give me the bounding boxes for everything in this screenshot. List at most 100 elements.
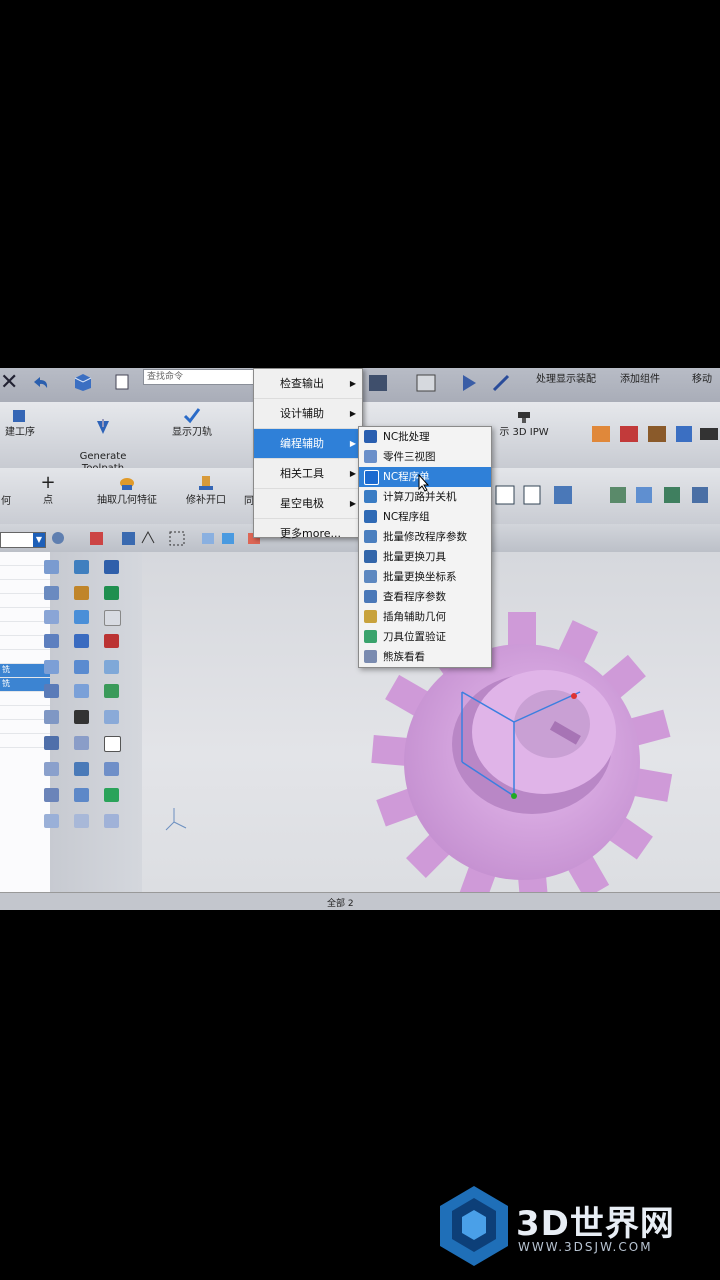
menu-item-programming-aid[interactable]: 编程辅助 ▶: [254, 429, 362, 459]
bear-icon: [364, 650, 377, 663]
palette-icon[interactable]: [74, 634, 89, 648]
frame-icon[interactable]: [414, 372, 438, 394]
three-view-icon: [364, 450, 377, 463]
palette-icon[interactable]: [44, 736, 59, 750]
palette-icon[interactable]: [104, 684, 119, 698]
layout-icon[interactable]: [366, 372, 390, 394]
close-icon[interactable]: ✕: [0, 370, 18, 395]
move-label[interactable]: 移动: [692, 370, 712, 385]
submenu-item-nc-batch[interactable]: NC批处理: [359, 427, 491, 447]
palette-icon[interactable]: [44, 710, 59, 724]
palette-icon[interactable]: [74, 710, 89, 724]
palette-icon[interactable]: [74, 586, 89, 600]
submenu-item-corner-geometry[interactable]: 插角辅助几何: [359, 607, 491, 627]
chevron-right-icon: ▶: [349, 469, 356, 478]
navigator-selected-row[interactable]: 铣: [0, 678, 50, 692]
navigator-selected-row[interactable]: 铣: [0, 664, 50, 678]
plugin-menu[interactable]: 检查输出 ▶ 设计辅助 ▶ 编程辅助 ▶ 相关工具 ▶ 星空电极 ▶ 更多more...: [253, 368, 363, 540]
palette-icon[interactable]: [44, 684, 59, 698]
geometry-button[interactable]: 何: [0, 496, 12, 508]
palette-icon[interactable]: [74, 762, 89, 776]
tool-palette: [44, 552, 142, 892]
submenu-item-view-params[interactable]: 查看程序参数: [359, 587, 491, 607]
palette-icon[interactable]: [44, 814, 59, 828]
menu-item-xingkong-electrode[interactable]: 星空电极 ▶: [254, 489, 362, 519]
cad-screen: ✕ 查找命令 处理显示装配 添加组件 移动 建工序 Generate Toolp…: [0, 368, 720, 910]
submenu-item-batch-csys[interactable]: 批量更换坐标系: [359, 567, 491, 587]
menu-item-design-aid[interactable]: 设计辅助 ▶: [254, 399, 362, 429]
submenu-item-tool-verify[interactable]: 刀具位置验证: [359, 627, 491, 647]
palette-icon[interactable]: [104, 634, 119, 648]
undo-icon[interactable]: [30, 374, 50, 390]
show-3d-ipw-button[interactable]: 示 3D IPW: [488, 406, 560, 439]
palette-icon[interactable]: [74, 788, 89, 802]
chevron-down-icon: ▼: [33, 533, 45, 547]
patch-opening-icon: [199, 476, 213, 490]
palette-icon[interactable]: [44, 586, 59, 600]
submenu-item-nc-group[interactable]: NC程序组: [359, 507, 491, 527]
view-params-icon: [364, 590, 377, 603]
status-bar: 全部 2: [0, 892, 720, 910]
nc-batch-icon: [364, 430, 377, 443]
palette-icon[interactable]: [104, 610, 121, 626]
palette-icon[interactable]: [44, 560, 59, 574]
right-toolbar-icons[interactable]: [494, 482, 720, 512]
status-text: 全部 2: [327, 899, 354, 909]
cube-icon[interactable]: [72, 372, 94, 392]
ipw-tool-icon: [518, 412, 530, 423]
extract-geometry-button[interactable]: 抽取几何特征: [92, 474, 162, 507]
palette-icon[interactable]: [104, 814, 119, 828]
generate-toolpath-icon: [97, 419, 109, 434]
arrow-icon[interactable]: [490, 372, 514, 394]
palette-icon[interactable]: [104, 560, 119, 574]
palette-icon[interactable]: [74, 814, 89, 828]
play-icon[interactable]: [458, 372, 482, 394]
palette-icon[interactable]: [104, 788, 119, 802]
submenu-item-batch-tool[interactable]: 批量更换刀具: [359, 547, 491, 567]
palette-icon[interactable]: [104, 660, 119, 674]
palette-icon[interactable]: [74, 684, 89, 698]
palette-icon[interactable]: [44, 788, 59, 802]
palette-icon[interactable]: [44, 634, 59, 648]
submenu-item-batch-params[interactable]: 批量修改程序参数: [359, 527, 491, 547]
display-assembly-label[interactable]: 处理显示装配: [536, 370, 596, 385]
menu-item-more[interactable]: 更多more...: [254, 519, 362, 548]
add-component-label[interactable]: 添加组件: [620, 370, 660, 385]
watermark-url: WWW.3DSJW.COM: [518, 1240, 653, 1254]
palette-icon[interactable]: [104, 710, 119, 724]
corner-geom-icon: [364, 610, 377, 623]
submenu-item-three-view[interactable]: 零件三视图: [359, 447, 491, 467]
palette-icon[interactable]: [44, 610, 59, 624]
create-operation-button[interactable]: 建工序: [0, 406, 40, 439]
filter-combo[interactable]: ▼: [0, 532, 46, 548]
palette-icon[interactable]: [74, 610, 89, 624]
patch-opening-button[interactable]: 修补开口: [180, 474, 232, 507]
checkmark-path-icon: [183, 408, 201, 424]
palette-icon[interactable]: [74, 560, 89, 574]
extract-geometry-icon: [120, 478, 134, 490]
batch-tool-icon: [364, 550, 377, 563]
palette-icon[interactable]: [74, 736, 89, 750]
point-button[interactable]: + 点: [36, 474, 60, 507]
display-toolpath-button[interactable]: 显示刀轨: [164, 406, 220, 439]
palette-icon[interactable]: [104, 736, 121, 752]
compute-toolpath-icon: [364, 490, 377, 503]
watermark-brand: 3D世界网: [516, 1204, 675, 1244]
copy-icon[interactable]: [112, 372, 134, 392]
palette-icon[interactable]: [44, 762, 59, 776]
palette-icon[interactable]: [44, 660, 59, 674]
selection-icons[interactable]: [50, 529, 270, 549]
palette-icon[interactable]: [104, 762, 119, 776]
command-search-input[interactable]: 查找命令: [143, 369, 258, 385]
palette-icon[interactable]: [74, 660, 89, 674]
view-cube-icons[interactable]: [590, 422, 720, 448]
programming-aid-submenu[interactable]: NC批处理 零件三视图 NC程序单 计算刀路并关机 NC程序组 批量修改程序参数…: [358, 426, 492, 668]
chevron-right-icon: ▶: [349, 499, 356, 508]
palette-icon[interactable]: [104, 586, 119, 600]
generate-toolpath-button[interactable]: Generate Toolpath: [72, 406, 134, 475]
submenu-item-bear[interactable]: 熊族看看: [359, 647, 491, 667]
menu-item-related-tools[interactable]: 相关工具 ▶: [254, 459, 362, 489]
menu-item-check-output[interactable]: 检查输出 ▶: [254, 369, 362, 399]
create-operation-icon: [13, 410, 25, 422]
cube-logo-icon: [440, 1186, 508, 1266]
